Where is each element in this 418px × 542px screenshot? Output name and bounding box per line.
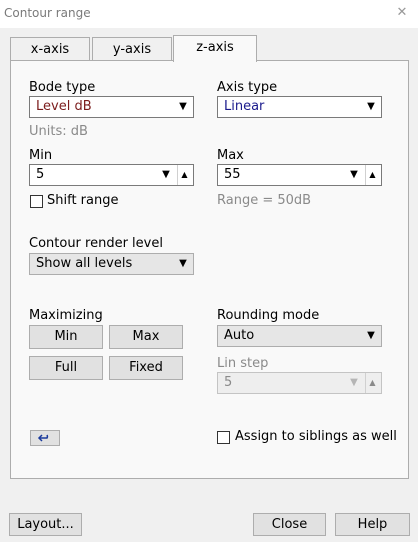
spin-up-icon[interactable]: ▲	[177, 165, 191, 185]
min-label: Min	[29, 148, 53, 163]
units-text: Units: dB	[29, 124, 88, 139]
spin-up-icon: ▲	[365, 373, 379, 393]
max-spin-field[interactable]: 55 ▼ ▲	[217, 164, 382, 186]
maximize-max-button[interactable]: Max	[109, 325, 183, 349]
dropdown-arrow-icon[interactable]: ▼	[159, 165, 173, 185]
spin-up-icon[interactable]: ▲	[365, 165, 379, 185]
contour-render-select[interactable]: Show all levels ▼	[29, 253, 194, 275]
rounding-mode-select[interactable]: Auto ▼	[217, 325, 382, 347]
min-value: 5	[36, 167, 45, 182]
maximize-full-button[interactable]: Full	[29, 356, 103, 380]
dropdown-arrow-icon: ▼	[350, 377, 358, 388]
maximizing-label: Maximizing	[29, 308, 103, 323]
chevron-down-icon: ▼	[367, 101, 375, 112]
maximize-min-button[interactable]: Min	[29, 325, 103, 349]
min-spin-field[interactable]: 5 ▼ ▲	[29, 164, 194, 186]
contour-render-label: Contour render level	[29, 236, 163, 251]
close-button[interactable]: Close	[253, 513, 326, 536]
undo-button[interactable]	[30, 430, 60, 446]
rounding-mode-value: Auto	[224, 328, 255, 343]
bode-type-value: Level dB	[36, 99, 92, 114]
contour-render-value: Show all levels	[36, 256, 133, 271]
shift-range-label: Shift range	[47, 193, 119, 208]
lin-step-spin-field: 5 ▼ ▲	[217, 372, 382, 394]
chevron-down-icon: ▼	[179, 101, 187, 112]
max-value: 55	[224, 167, 241, 182]
rounding-mode-label: Rounding mode	[217, 308, 320, 323]
help-button[interactable]: Help	[335, 513, 410, 536]
undo-arrow-icon	[37, 434, 49, 442]
shift-range-checkbox[interactable]	[30, 195, 43, 208]
lin-step-value: 5	[224, 375, 233, 390]
bode-type-select[interactable]: Level dB ▼	[29, 96, 194, 118]
max-label: Max	[217, 148, 244, 163]
axis-type-label: Axis type	[217, 80, 278, 95]
range-info-text: Range = 50dB	[217, 193, 312, 208]
lin-step-label: Lin step	[217, 356, 269, 371]
bode-type-label: Bode type	[29, 80, 96, 95]
assign-siblings-checkbox[interactable]	[217, 431, 230, 444]
layout-button[interactable]: Layout...	[9, 513, 82, 536]
chevron-down-icon: ▼	[179, 258, 187, 269]
dropdown-arrow-icon[interactable]: ▼	[347, 165, 361, 185]
chevron-down-icon: ▼	[367, 330, 375, 341]
axis-type-value: Linear	[224, 99, 265, 114]
maximize-fixed-button[interactable]: Fixed	[109, 356, 183, 380]
axis-type-select[interactable]: Linear ▼	[217, 96, 382, 118]
assign-siblings-label: Assign to siblings as well	[235, 429, 397, 444]
